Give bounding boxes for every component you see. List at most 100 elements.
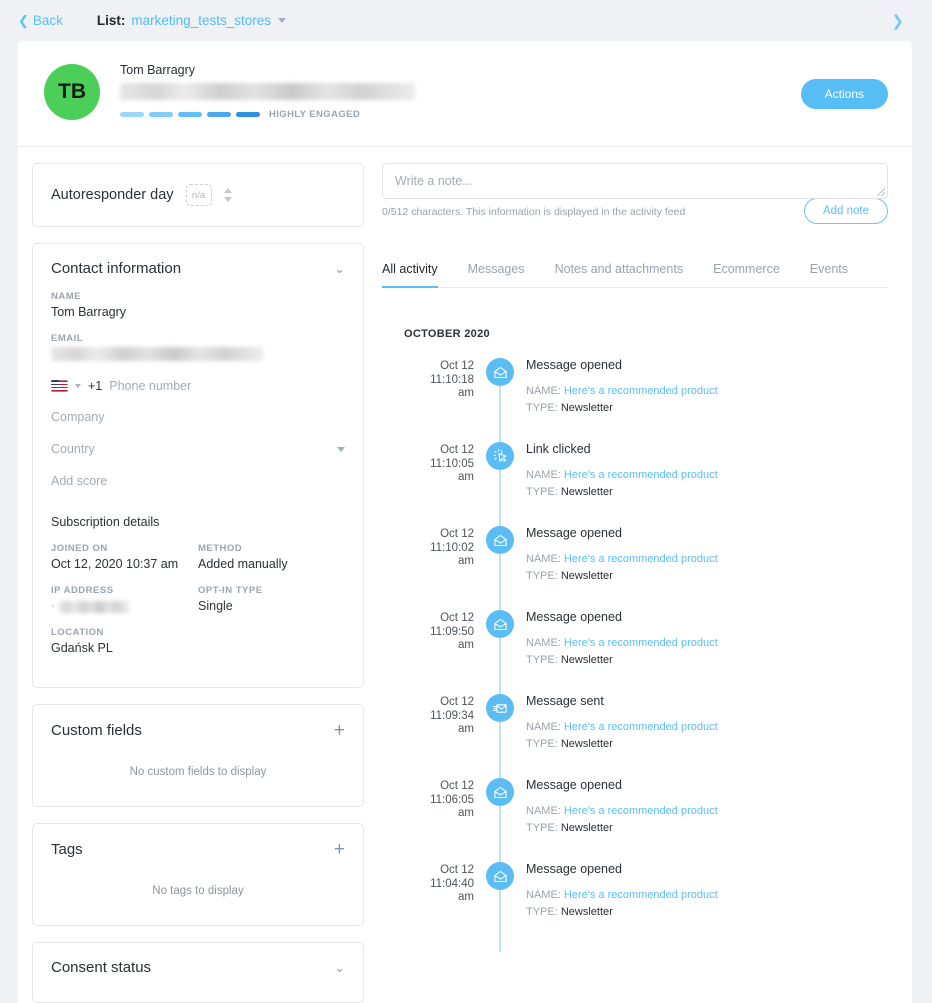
activity-time: 11:10:05 (430, 457, 474, 470)
engagement-label: HIGHLY ENGAGED (269, 109, 361, 120)
note-char-counter: 0/512 characters. This information is di… (382, 206, 686, 218)
activity-name-row: NAME: Here's a recommended product (526, 467, 888, 484)
contact-information-header[interactable]: Contact information ⌄ (33, 244, 363, 291)
custom-fields-header: Custom fields + (33, 705, 363, 754)
activity-timeline-axis (474, 358, 526, 448)
back-button[interactable]: ❮ Back (18, 13, 63, 28)
envelope-open-icon (493, 617, 508, 632)
caret-down-icon[interactable] (337, 446, 345, 452)
activity-type-value: Newsletter (560, 402, 613, 414)
activity-title: Message sent (526, 694, 604, 708)
activity-date: Oct 12 (440, 612, 474, 624)
activity-item: Oct 12 11:09:50 am Message opened NAME: Here… (382, 610, 888, 700)
consent-status-header[interactable]: Consent status ⌄ (33, 943, 363, 1002)
activity-timestamp: Oct 12 11:09:34 am (382, 694, 474, 778)
contact-fields: NAME Tom Barragry EMAIL +1 Phone number (33, 291, 363, 687)
activity-name-link[interactable]: Here's a recommended product (564, 637, 718, 649)
chevron-down-icon[interactable]: ⌄ (334, 262, 345, 275)
activity-type-row: TYPE: Newsletter (526, 736, 888, 753)
tab-ecommerce[interactable]: Ecommerce (713, 262, 780, 288)
activity-title: Message opened (526, 778, 622, 792)
activity-timestamp: Oct 12 11:10:02 am (382, 526, 474, 610)
contact-email-redacted (120, 83, 415, 100)
activity-feed: Oct 12 11:10:18 am Message opened NAME: Here… (382, 358, 888, 952)
activity-icon-bullet (486, 694, 514, 722)
contact-page-card: TB Tom Barragry HIGHLY ENGAGED Actions A… (18, 41, 912, 1003)
list-value[interactable]: marketing_tests_stores (131, 13, 271, 28)
left-sidebar: Autoresponder day n/a Contact informatio… (32, 163, 364, 1003)
detail-joined-on: JOINED ON Oct 12, 2020 10:37 am (51, 543, 198, 571)
consent-status-panel: Consent status ⌄ (32, 942, 364, 1003)
detail-label: OPT-IN TYPE (198, 585, 263, 596)
chevron-down-icon[interactable]: ⌄ (334, 961, 345, 974)
add-note-button[interactable]: Add note (803, 198, 888, 224)
activity-name-key: NAME: (526, 805, 561, 817)
tab-notes-and-attachments[interactable]: Notes and attachments (555, 262, 684, 288)
engagement-bar (207, 112, 231, 117)
activity-time: 11:06:05 (430, 793, 474, 806)
name-field-label: NAME (51, 291, 81, 302)
detail-value: Oct 12, 2020 10:37 am (51, 557, 179, 571)
tab-events[interactable]: Events (810, 262, 848, 288)
engagement-bar (120, 112, 144, 117)
country-select[interactable]: Country (51, 429, 345, 461)
company-input[interactable]: Company (51, 397, 345, 429)
caret-down-icon[interactable] (223, 197, 232, 202)
tab-messages[interactable]: Messages (468, 262, 525, 288)
detail-method: METHOD Added manually (198, 543, 345, 571)
timeline-connector (499, 386, 501, 448)
activity-timestamp: Oct 12 11:06:05 am (382, 778, 474, 862)
activity-date: Oct 12 (440, 696, 474, 708)
chevron-down-icon[interactable] (75, 384, 81, 388)
activity-name-link[interactable]: Here's a recommended product (564, 469, 718, 481)
note-input[interactable]: Write a note... (382, 163, 888, 199)
activity-name-row: NAME: Here's a recommended product (526, 719, 888, 736)
subscription-details-grid: JOINED ON Oct 12, 2020 10:37 am METHOD A… (51, 543, 345, 669)
activity-details: Message opened NAME: Here's a recommended… (526, 778, 888, 862)
caret-up-icon[interactable] (223, 188, 232, 193)
activity-name-link[interactable]: Here's a recommended product (564, 385, 718, 397)
contact-information-panel: Contact information ⌄ NAME Tom Barragry … (32, 243, 364, 688)
score-input[interactable]: Add score (51, 461, 345, 493)
ip-redaction (58, 601, 129, 613)
plus-icon[interactable]: + (334, 840, 345, 859)
autoresponder-day-input[interactable]: n/a (185, 184, 212, 206)
activity-tabs: All activity Messages Notes and attachme… (382, 262, 888, 288)
detail-value: Added manually (198, 557, 288, 571)
engagement-bar (149, 112, 173, 117)
activity-date: Oct 12 (440, 360, 474, 372)
activity-name-key: NAME: (526, 553, 561, 565)
activity-name-link[interactable]: Here's a recommended product (564, 553, 718, 565)
chevron-down-icon[interactable] (277, 18, 286, 23)
plus-icon[interactable]: + (334, 721, 345, 740)
activity-name-link[interactable]: Here's a recommended product (564, 805, 718, 817)
activity-timeline-axis (474, 862, 526, 952)
activity-name-key: NAME: (526, 721, 561, 733)
phone-field[interactable]: +1 Phone number (51, 379, 345, 393)
email-field-value-redacted (51, 347, 263, 361)
actions-button[interactable]: Actions (800, 78, 888, 109)
activity-type-value: Newsletter (560, 570, 613, 582)
detail-value-redacted: · (51, 599, 198, 613)
activity-type-key: TYPE: (526, 654, 558, 666)
activity-icon-bullet (486, 862, 514, 890)
list-selector[interactable]: List: marketing_tests_stores (97, 13, 286, 28)
detail-location: LOCATION Gdańsk PL (51, 627, 198, 655)
tab-all-activity[interactable]: All activity (382, 262, 438, 288)
back-label: Back (32, 13, 63, 28)
activity-name-link[interactable]: Here's a recommended product (564, 889, 718, 901)
score-placeholder: Add score (51, 474, 108, 488)
next-contact-button[interactable]: ❯ (891, 12, 904, 30)
activity-type-row: TYPE: Newsletter (526, 400, 888, 417)
detail-opt-in-type: OPT-IN TYPE Single (198, 585, 345, 613)
timeline-connector (499, 554, 501, 616)
resize-grip-icon[interactable] (877, 188, 885, 196)
phone-number-input[interactable]: Phone number (109, 379, 191, 393)
activity-icon-bullet (486, 778, 514, 806)
activity-meridiem: am (458, 387, 474, 399)
envelope-open-icon (493, 365, 508, 380)
activity-timestamp: Oct 12 11:10:05 am (382, 442, 474, 526)
activity-name-link[interactable]: Here's a recommended product (564, 721, 718, 733)
activity-time: 11:04:40 (430, 877, 474, 890)
autoresponder-stepper[interactable] (223, 188, 232, 202)
